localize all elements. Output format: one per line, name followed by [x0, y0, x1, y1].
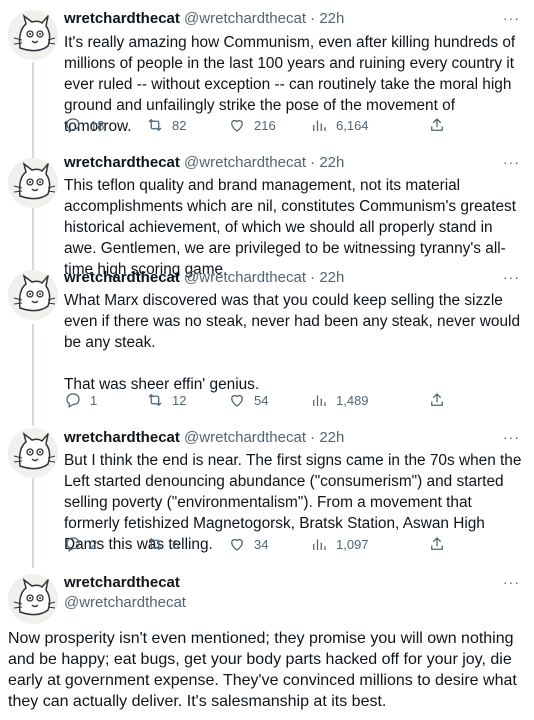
author-name[interactable]: wretchardthecat — [64, 269, 180, 286]
separator-dot: · — [310, 154, 316, 171]
tweet[interactable]: wretchardthecat @wretchardthecat · 22h ·… — [0, 150, 534, 278]
like-button[interactable]: 216 — [228, 116, 310, 134]
main-tweet-text: Now prosperity isn't even mentioned; the… — [8, 630, 517, 710]
avatar[interactable] — [8, 158, 58, 208]
like-count: 216 — [254, 117, 276, 133]
separator-dot: · — [310, 10, 316, 27]
views-icon — [313, 539, 326, 550]
more-options-icon[interactable]: ··· — [503, 269, 520, 285]
reply-icon — [66, 537, 80, 552]
like-button[interactable]: 34 — [228, 535, 310, 553]
timestamp[interactable]: 22h — [319, 429, 344, 446]
share-button[interactable] — [428, 116, 454, 134]
view-count: 1,097 — [336, 536, 369, 552]
avatar[interactable] — [8, 428, 58, 478]
retweet-button[interactable]: 82 — [146, 116, 228, 134]
views-button[interactable]: 1,097 — [310, 535, 392, 553]
views-button[interactable]: 1,489 — [310, 391, 392, 409]
heart-icon — [231, 538, 243, 551]
action-bar: 2 6 34 1,097 — [64, 534, 454, 554]
share-button[interactable] — [428, 535, 454, 553]
reply-count: 18 — [90, 117, 105, 133]
cartoon-cat-avatar-icon — [8, 428, 58, 478]
avatar[interactable] — [8, 10, 58, 60]
retweet-button[interactable]: 6 — [146, 535, 228, 553]
share-icon — [431, 118, 443, 131]
retweet-icon — [148, 537, 162, 551]
action-bar: 18 82 216 6,164 — [64, 115, 454, 135]
retweet-icon — [148, 393, 162, 407]
tweet-text: This teflon quality and brand management… — [64, 177, 517, 278]
tweet-header: wretchardthecat @wretchardthecat · 22h — [64, 429, 506, 446]
heart-icon — [231, 119, 243, 132]
more-options-icon[interactable]: ··· — [503, 429, 520, 445]
heart-icon — [231, 394, 243, 407]
timestamp[interactable]: 22h — [319, 154, 344, 171]
timestamp[interactable]: 22h — [319, 269, 344, 286]
view-count: 6,164 — [336, 117, 369, 133]
view-count: 1,489 — [336, 392, 369, 408]
cartoon-cat-avatar-icon — [8, 158, 58, 208]
reply-button[interactable]: 18 — [64, 116, 146, 134]
views-icon — [313, 120, 326, 131]
main-tweet[interactable]: wretchardthecat @wretchardthecat ··· Now… — [0, 566, 534, 720]
author-name[interactable]: wretchardthecat — [64, 10, 180, 27]
cartoon-cat-avatar-icon — [8, 574, 58, 624]
like-button[interactable]: 54 — [228, 391, 310, 409]
reply-icon — [66, 118, 80, 133]
tweet[interactable]: wretchardthecat @wretchardthecat · 22h ·… — [0, 266, 534, 416]
cartoon-cat-avatar-icon — [8, 10, 58, 60]
author-handle[interactable]: @wretchardthecat — [184, 154, 306, 171]
retweet-count: 82 — [172, 117, 187, 133]
tweet-header: wretchardthecat @wretchardthecat · 22h — [64, 269, 506, 286]
separator-dot: · — [310, 269, 316, 286]
tweet[interactable]: wretchardthecat @wretchardthecat · 22h ·… — [0, 0, 534, 150]
like-count: 34 — [254, 536, 269, 552]
retweet-count: 12 — [172, 392, 187, 408]
views-icon — [313, 395, 326, 406]
reply-button[interactable]: 2 — [64, 535, 146, 553]
tweet-header: wretchardthecat @wretchardthecat · 22h — [64, 154, 506, 171]
share-icon — [431, 393, 443, 406]
avatar[interactable] — [8, 270, 58, 320]
tweet-header: wretchardthecat @wretchardthecat · 22h — [64, 10, 506, 27]
author-handle[interactable]: @wretchardthecat — [184, 10, 306, 27]
author-handle[interactable]: @wretchardthecat — [64, 594, 186, 611]
retweet-icon — [148, 118, 162, 132]
separator-dot: · — [310, 429, 316, 446]
share-icon — [431, 537, 443, 550]
author-name[interactable]: wretchardthecat — [64, 574, 180, 591]
views-button[interactable]: 6,164 — [310, 116, 392, 134]
author-name[interactable]: wretchardthecat — [64, 429, 180, 446]
like-count: 54 — [254, 392, 269, 408]
reply-button[interactable]: 1 — [64, 391, 146, 409]
timestamp[interactable]: 22h — [319, 10, 344, 27]
tweet-text: What Marx discovered was that you could … — [64, 290, 522, 395]
author-name[interactable]: wretchardthecat — [64, 154, 180, 171]
share-button[interactable] — [428, 391, 454, 409]
avatar[interactable] — [8, 574, 58, 624]
retweet-button[interactable]: 12 — [146, 391, 228, 409]
retweet-count: 6 — [172, 536, 180, 552]
tweet-paragraph: What Marx discovered was that you could … — [64, 292, 521, 351]
more-options-icon[interactable]: ··· — [503, 574, 520, 590]
cartoon-cat-avatar-icon — [8, 270, 58, 320]
reply-count: 2 — [90, 536, 98, 552]
reply-count: 1 — [90, 392, 98, 408]
author-handle[interactable]: @wretchardthecat — [184, 269, 306, 286]
more-options-icon[interactable]: ··· — [503, 10, 520, 26]
reply-icon — [66, 393, 80, 408]
action-bar: 1 12 54 1,489 — [64, 390, 454, 410]
tweet[interactable]: wretchardthecat @wretchardthecat · 22h ·… — [0, 416, 534, 566]
more-options-icon[interactable]: ··· — [503, 154, 520, 170]
author-handle[interactable]: @wretchardthecat — [184, 429, 306, 446]
